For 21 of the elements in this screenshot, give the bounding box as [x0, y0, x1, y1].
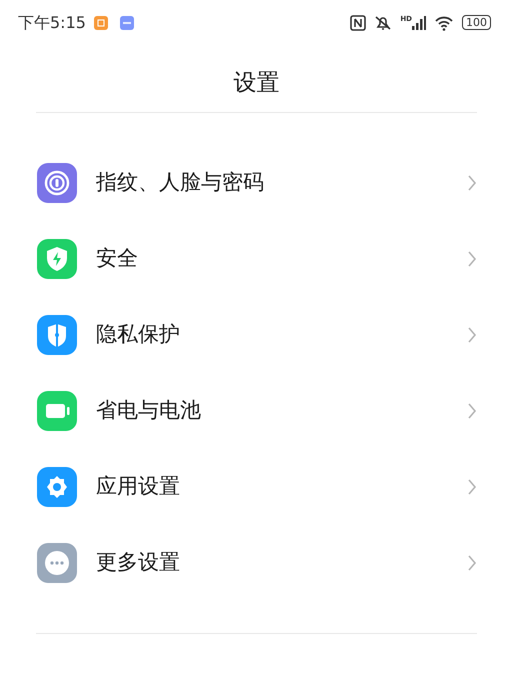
chevron-right-icon — [467, 326, 477, 344]
app-notification-icon — [120, 16, 134, 30]
settings-item[interactable]: 应用设置 — [0, 449, 513, 525]
wifi-icon — [434, 14, 454, 30]
signal-icon — [412, 16, 426, 30]
settings-item[interactable]: 更多设置 — [0, 525, 513, 601]
settings-item[interactable]: 安全 — [0, 221, 513, 297]
chevron-right-icon — [467, 478, 477, 496]
page-title: 设置 — [232, 69, 280, 98]
muted-bell-icon — [374, 14, 392, 30]
app-notification-icon — [94, 16, 108, 30]
chevron-right-icon — [467, 554, 477, 572]
chevron-right-icon — [467, 250, 477, 268]
nfc-icon — [350, 14, 366, 30]
chevron-right-icon — [467, 174, 477, 192]
status-time: 下午5:15 — [18, 12, 86, 34]
settings-item[interactable]: 省电与电池 — [0, 373, 513, 449]
settings-item[interactable]: 隐私保护 — [0, 297, 513, 373]
settings-item[interactable]: 指纹、人脸与密码 — [0, 145, 513, 221]
battery-level: 100 — [462, 15, 491, 30]
chevron-right-icon — [467, 402, 477, 420]
